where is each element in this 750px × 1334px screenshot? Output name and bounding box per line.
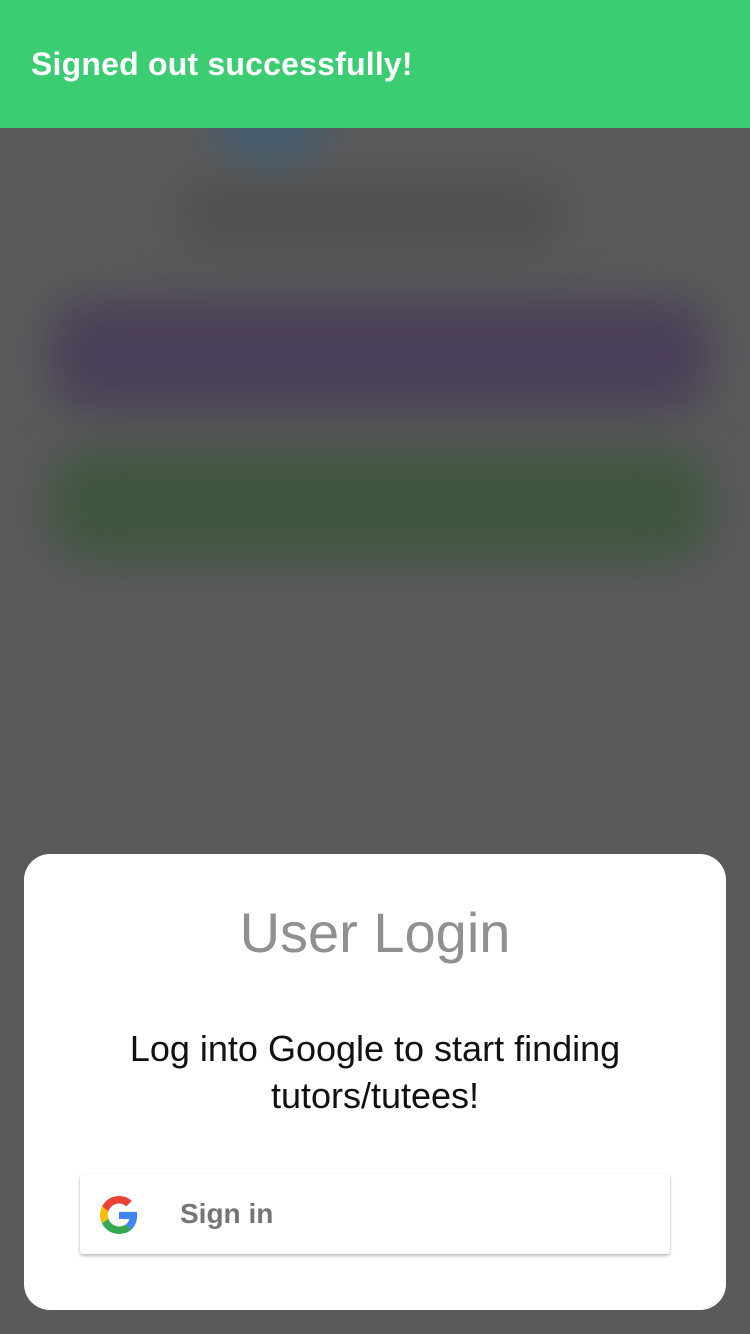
google-sign-in-button[interactable]: Sign in xyxy=(80,1174,670,1254)
blurred-green-button xyxy=(50,450,710,560)
blurred-heading xyxy=(180,185,560,245)
google-logo-icon xyxy=(100,1196,138,1234)
login-modal: User Login Log into Google to start find… xyxy=(24,854,726,1310)
blurred-purple-button xyxy=(50,300,710,410)
modal-message-line-2: tutors/tutees! xyxy=(270,1075,480,1116)
sign-in-label: Sign in xyxy=(180,1198,274,1229)
modal-message-line-1: Log into Google to start finding xyxy=(129,1028,621,1069)
modal-title: User Login xyxy=(239,901,511,964)
toast-notification: Signed out successfully! xyxy=(0,0,750,128)
toast-message: Signed out successfully! xyxy=(31,45,413,82)
